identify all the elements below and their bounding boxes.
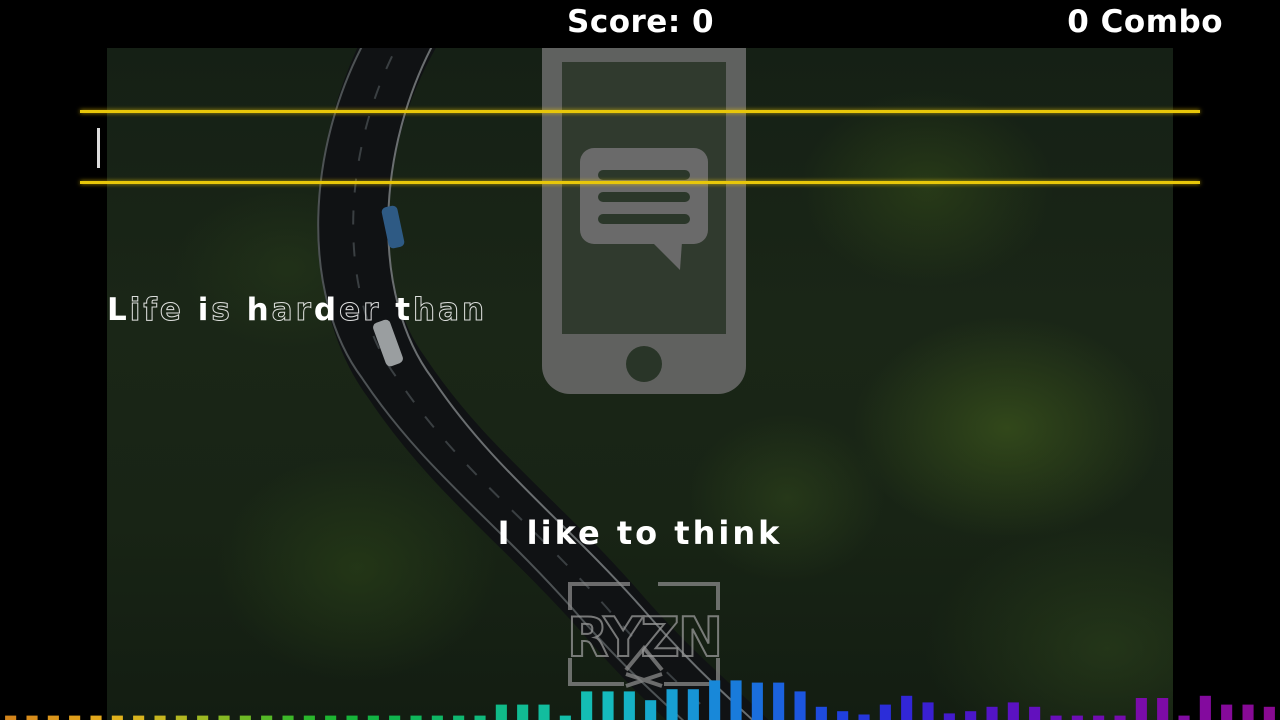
visualizer-bar [986,706,998,720]
untyped-segment: han [413,292,488,329]
visualizer-bar [858,714,870,720]
visualizer-bar [431,715,443,720]
combo-label: 0 Combo [1067,4,1223,40]
visualizer-bar [346,715,358,720]
visualizer-bar [175,715,187,720]
visualizer-bar [922,702,934,720]
visualizer-bar [5,715,17,720]
visualizer-bar [474,715,486,720]
visualizer-bar [1029,706,1041,720]
typing-lane-top-border [80,110,1200,113]
visualizer-bar [367,715,379,720]
visualizer-bar [261,715,273,720]
visualizer-bar [495,704,507,720]
visualizer-bar [218,715,230,720]
visualizer-bar [69,715,81,720]
visualizer-bar [815,706,827,720]
visualizer-bar [90,715,102,720]
visualizer-bar [410,715,422,720]
untyped-segment: er [339,292,396,329]
visualizer-bar [517,704,529,720]
visualizer-bar [794,691,806,720]
visualizer-bar [666,689,678,720]
score-label: Score: 0 [567,4,715,40]
typed-segment: d [313,292,340,328]
next-lyric-line: I like to think [497,514,783,552]
visualizer-bar [325,715,337,720]
visualizer-bar [687,689,699,720]
visualizer-bar [709,680,721,720]
visualizer-bar [837,711,849,720]
visualizer-bar [751,682,763,720]
game-stage: Score: 0 0 Combo Life is harder than I l… [0,0,1280,720]
visualizer-bar [1114,715,1126,720]
visualizer-bar [1050,715,1062,720]
visualizer-bar [879,704,891,720]
visualizer-bar [901,695,913,720]
typed-segment: L [107,292,130,328]
audio-visualizer [5,680,1275,720]
visualizer-bar [623,691,635,720]
untyped-segment: ar [271,292,314,329]
visualizer-bar [730,680,742,720]
typed-segment: i [197,292,212,328]
visualizer-bar [602,691,614,720]
visualizer-bar [773,682,785,720]
top-hud-bar: Score: 0 0 Combo [0,0,1280,48]
visualizer-bar [453,715,465,720]
text-caret [97,128,100,168]
visualizer-bar [1263,706,1275,720]
untyped-segment: s [211,292,247,329]
visualizer-bar [239,715,251,720]
visualizer-bar [47,715,59,720]
visualizer-bar [965,711,977,720]
visualizer-bar [1157,698,1169,720]
visualizer-bar [943,713,955,720]
visualizer-bar [197,715,209,720]
current-lyric-progress: Life is harder than [107,288,487,332]
visualizer-bar [581,691,593,720]
visualizer-bar [645,700,657,720]
visualizer-bar [559,715,571,720]
typed-segment: h [246,292,272,328]
typing-lane-bottom-border [80,181,1200,184]
visualizer-bar [1071,715,1083,720]
visualizer-bar [1221,704,1233,720]
visualizer-bar [1007,702,1019,720]
phone-message-icon [542,20,746,394]
visualizer-bar [26,715,38,720]
visualizer-bar [1135,698,1147,720]
visualizer-bar [111,715,123,720]
visualizer-bar [133,715,145,720]
visualizer-bar [1242,704,1254,720]
visualizer-bar [154,715,166,720]
visualizer-bar [1093,715,1105,720]
visualizer-bar [1199,695,1211,720]
visualizer-bar [538,704,550,720]
visualizer-bar [1178,715,1190,720]
typed-segment: t [395,292,414,328]
visualizer-bar [389,715,401,720]
untyped-segment: ife [129,292,198,329]
visualizer-bar [303,715,315,720]
typing-input[interactable] [90,120,1194,178]
visualizer-bar [282,715,294,720]
